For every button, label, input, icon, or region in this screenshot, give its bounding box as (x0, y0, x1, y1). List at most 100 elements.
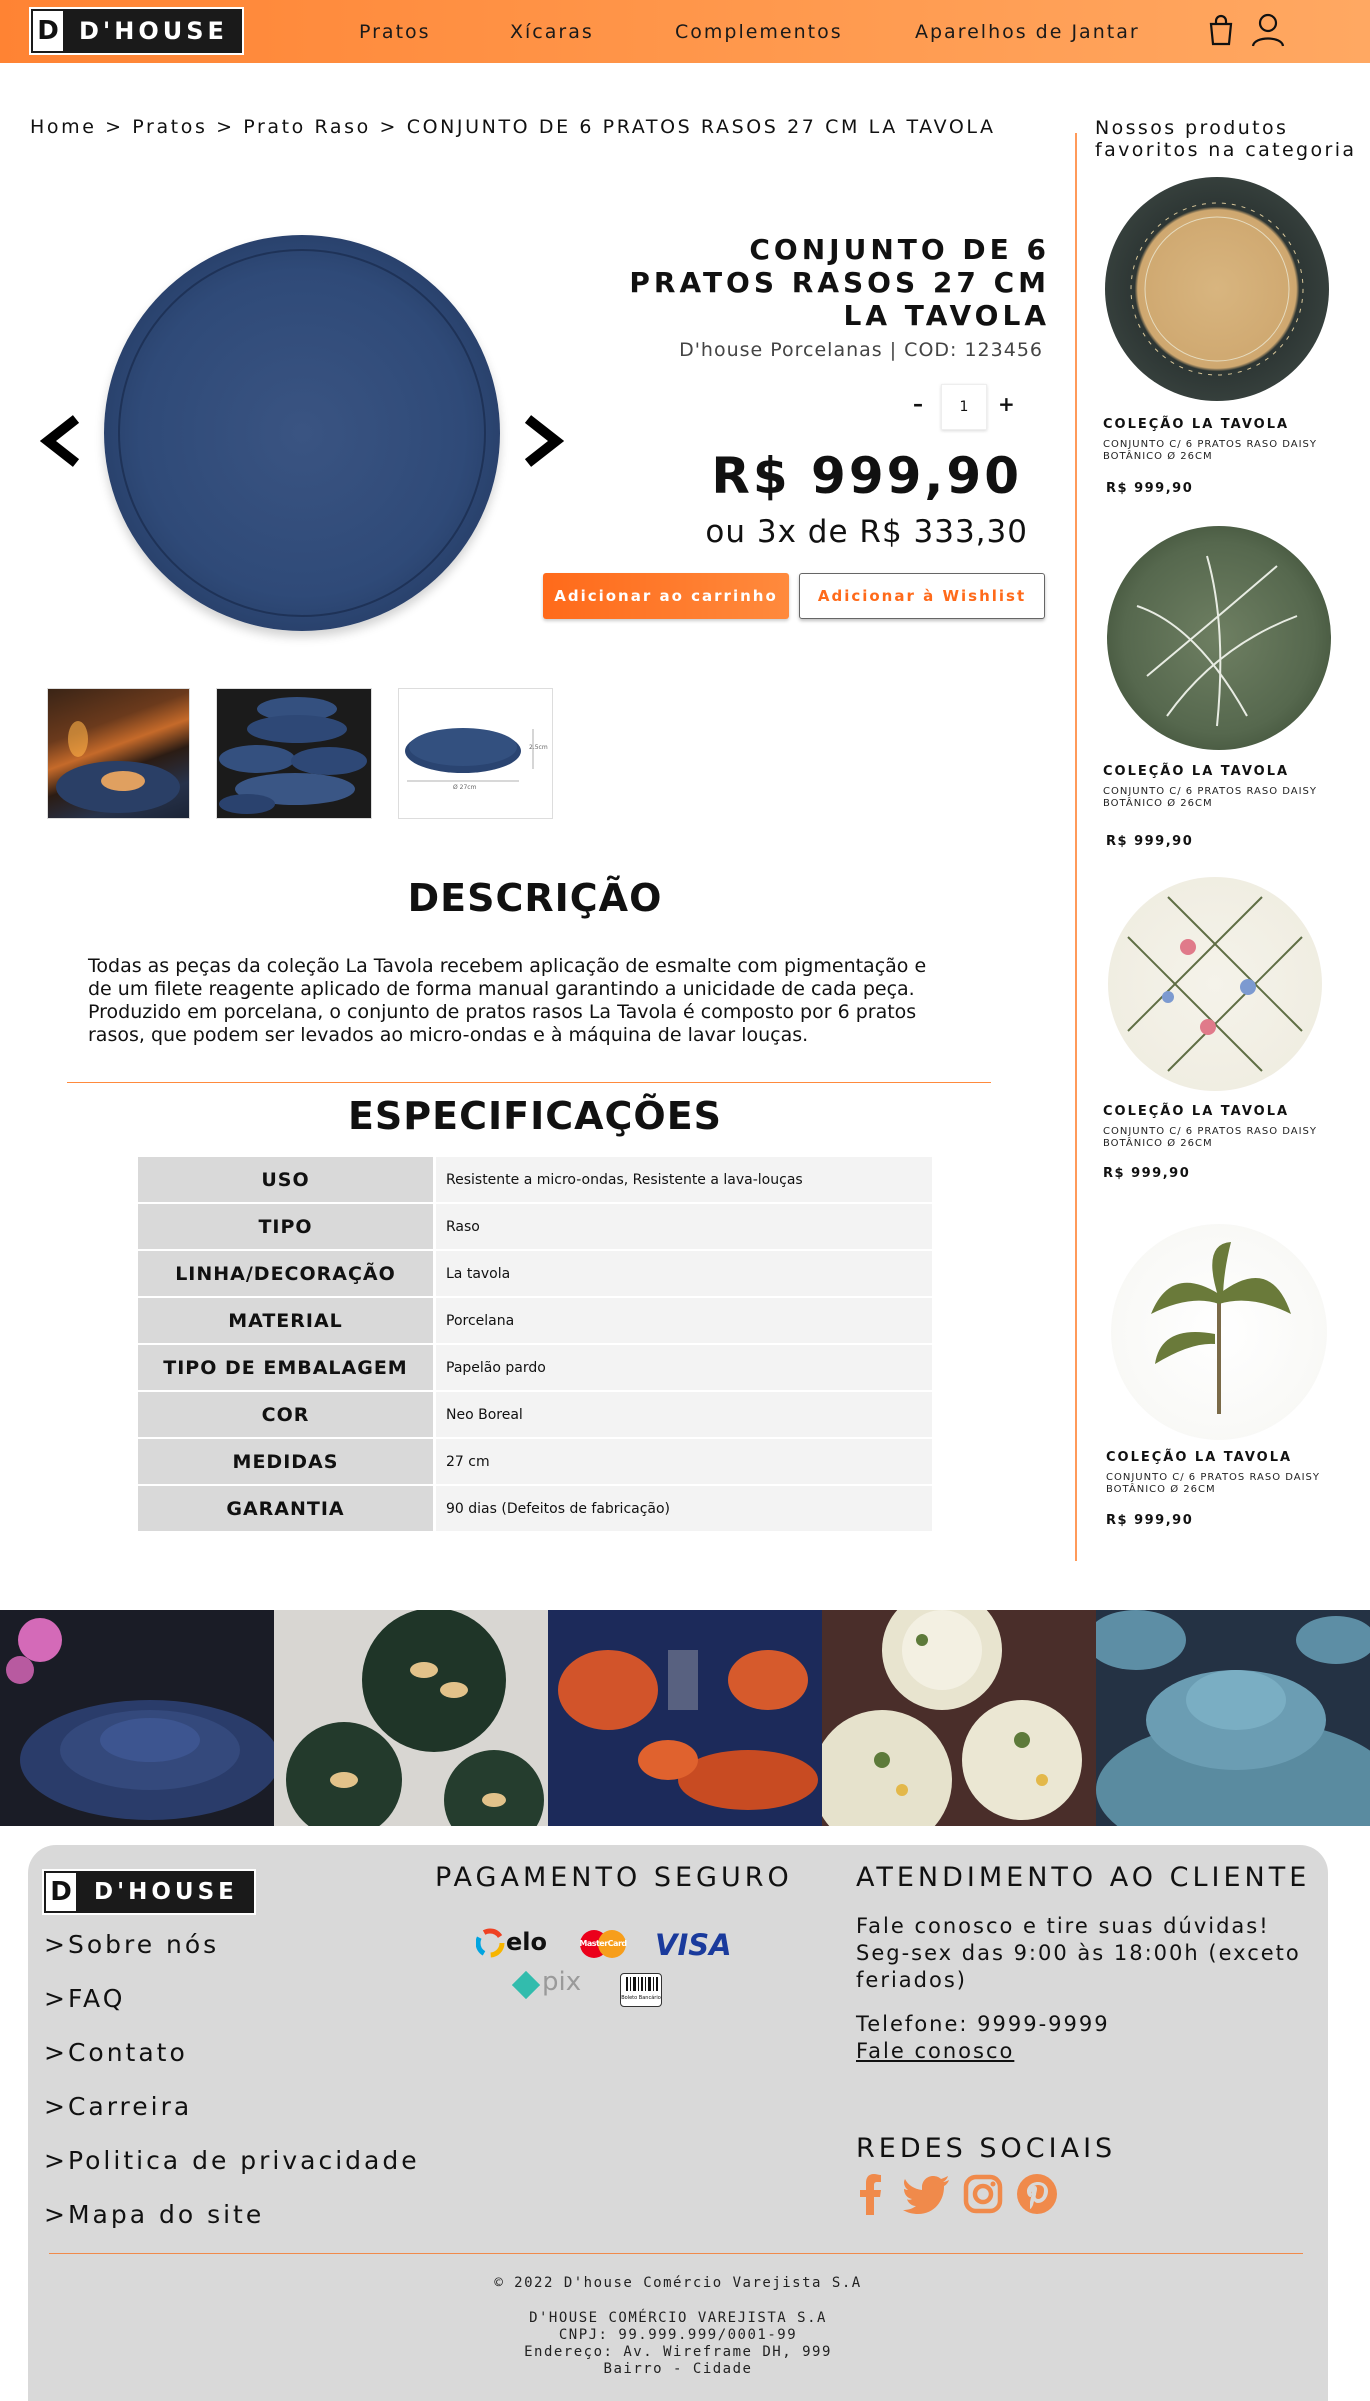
spec-key: LINHA/DECORAÇÃO (138, 1251, 436, 1296)
sidebar-collection-label: COLEÇÃO LA TAVOLA (1103, 764, 1290, 779)
footer-divider (49, 2253, 1303, 2254)
sidebar-collection-label: COLEÇÃO LA TAVOLA (1106, 1450, 1293, 1465)
description-line: de um filete reagente aplicado de forma … (88, 978, 915, 1000)
sidebar-product-image-1[interactable] (1105, 177, 1329, 401)
header-logo[interactable]: D D'HOUSE (29, 7, 244, 55)
shopping-bag-icon[interactable] (1208, 14, 1234, 50)
sidebar-title-line-2: favoritos na categoria (1095, 139, 1357, 161)
quantity-input[interactable]: 1 (941, 384, 987, 430)
thumbnail-width-label: Ø 27cm (453, 784, 477, 791)
sidebar-product-desc[interactable]: CONJUNTO C/ 6 PRATOS RASO DAISY BOTÂNICO… (1103, 1126, 1363, 1150)
spec-key: USO (138, 1157, 436, 1202)
nav-pratos[interactable]: Pratos (359, 21, 431, 43)
support-text: Fale conosco e tire suas dúvidas! Seg-se… (856, 1913, 1301, 1994)
spec-value: 27 cm (436, 1439, 932, 1484)
installments-text: ou 3x de R$ 333,30 (705, 514, 1028, 550)
sidebar-product-desc[interactable]: CONJUNTO C/ 6 PRATOS RASO DAISY BOTÂNICO… (1106, 1472, 1366, 1496)
footer-link-sobre[interactable]: >Sobre nós (44, 1930, 219, 1959)
prev-image-arrow-icon[interactable] (40, 415, 82, 467)
specifications-heading: ESPECIFICAÇÕES (347, 1094, 723, 1138)
footer-link-privacidade[interactable]: >Politica de privacidade (44, 2146, 420, 2175)
visa-logo: VISA (655, 1928, 732, 1962)
footer-link-faq[interactable]: >FAQ (44, 1984, 125, 2013)
sidebar-product-price: R$ 999,90 (1106, 1513, 1194, 1528)
sidebar-desc-line: CONJUNTO C/ 6 PRATOS RASO DAISY (1103, 439, 1318, 450)
gallery-image-3[interactable] (548, 1610, 822, 1826)
company-info: D'HOUSE COMÉRCIO VAREJISTA S.A CNPJ: 99.… (28, 2310, 1328, 2378)
spec-value: Papelão pardo (436, 1345, 932, 1390)
sidebar-product-image-2[interactable] (1107, 526, 1331, 750)
next-image-arrow-icon[interactable] (522, 415, 564, 467)
nav-xicaras[interactable]: Xícaras (510, 21, 594, 43)
pix-logo: pix (511, 1967, 581, 2003)
instagram-icon[interactable] (963, 2174, 1003, 2218)
elo-logo: elo (475, 1928, 547, 1958)
sidebar-divider (1075, 133, 1077, 1561)
spec-value: Raso (436, 1204, 932, 1249)
copyright-text: © 2022 D'house Comércio Varejista S.A (494, 2275, 862, 2291)
spec-key: MEDIDAS (138, 1439, 436, 1484)
add-to-wishlist-button[interactable]: Adicionar à Wishlist (799, 573, 1045, 619)
quantity-increase-button[interactable]: + (998, 392, 1015, 416)
footer-link-mapa-do-site[interactable]: >Mapa do site (44, 2200, 264, 2229)
quantity-decrease-button[interactable]: – (913, 392, 923, 416)
product-thumbnail-2[interactable] (216, 688, 372, 819)
pix-label: pix (542, 1967, 582, 1997)
sidebar-desc-line: CONJUNTO C/ 6 PRATOS RASO DAISY (1106, 1472, 1321, 1483)
table-row: MEDIDAS 27 cm (138, 1439, 932, 1484)
sidebar-desc-line: BOTÂNICO Ø 26CM (1103, 451, 1213, 462)
spec-key: MATERIAL (138, 1298, 436, 1343)
section-divider (67, 1082, 991, 1083)
product-title-line-3: LA TAVOLA (843, 299, 1050, 332)
logo-letter: D (31, 9, 65, 53)
sidebar-desc-line: CONJUNTO C/ 6 PRATOS RASO DAISY (1103, 1126, 1318, 1137)
site-footer: D D'HOUSE >Sobre nós >FAQ >Contato >Carr… (28, 1845, 1328, 2401)
user-icon[interactable] (1251, 12, 1285, 52)
table-row: MATERIAL Porcelana (138, 1298, 932, 1343)
sidebar-product-price: R$ 999,90 (1103, 1166, 1191, 1181)
contact-link[interactable]: Fale conosco (856, 2038, 1014, 2065)
add-to-cart-button[interactable]: Adicionar ao carrinho (543, 573, 789, 619)
footer-link-carreira[interactable]: >Carreira (44, 2092, 192, 2121)
product-thumbnail-3[interactable]: 2.5cm Ø 27cm (398, 688, 553, 819)
product-thumbnail-1[interactable] (47, 688, 190, 819)
sidebar-product-image-3[interactable] (1108, 877, 1322, 1091)
boleto-logo: Boleto Bancário (620, 1973, 662, 2007)
nav-complementos[interactable]: Complementos (675, 21, 843, 43)
footer-logo[interactable]: D D'HOUSE (42, 1869, 256, 1915)
elo-label: elo (506, 1928, 547, 1956)
table-row: COR Neo Boreal (138, 1392, 932, 1437)
sidebar-product-image-4[interactable] (1111, 1224, 1327, 1440)
gallery-image-1[interactable] (0, 1610, 274, 1826)
footer-link-contato[interactable]: >Contato (44, 2038, 188, 2067)
logo-text: D'HOUSE (79, 17, 228, 45)
mastercard-label: MasterCard (579, 1939, 627, 1948)
nav-aparelhos-de-jantar[interactable]: Aparelhos de Jantar (915, 21, 1140, 43)
spec-key: TIPO DE EMBALAGEM (138, 1345, 436, 1390)
payment-heading: PAGAMENTO SEGURO (435, 1862, 793, 1893)
sidebar-product-desc[interactable]: CONJUNTO C/ 6 PRATOS RASO DAISY BOTÂNICO… (1103, 786, 1363, 810)
table-row: LINHA/DECORAÇÃO La tavola (138, 1251, 932, 1296)
pinterest-icon[interactable] (1017, 2174, 1057, 2218)
support-line: Seg-sex das 9:00 às 18:00h (exceto (856, 1941, 1301, 1965)
spec-key: COR (138, 1392, 436, 1437)
twitter-icon[interactable] (903, 2176, 949, 2218)
company-cnpj: CNPJ: 99.999.999/0001-99 (558, 2327, 798, 2343)
gallery-image-4[interactable] (822, 1610, 1096, 1826)
facebook-icon[interactable] (855, 2173, 885, 2219)
sidebar-product-desc[interactable]: CONJUNTO C/ 6 PRATOS RASO DAISY BOTÂNICO… (1103, 439, 1363, 463)
sidebar-collection-label: COLEÇÃO LA TAVOLA (1103, 417, 1290, 432)
gallery-image-5[interactable] (1096, 1610, 1370, 1826)
table-row: TIPO Raso (138, 1204, 932, 1249)
gallery-image-2[interactable] (274, 1610, 548, 1826)
company-address: Endereço: Av. Wireframe DH, 999 (524, 2344, 832, 2360)
breadcrumb[interactable]: Home > Pratos > Prato Raso > CONJUNTO DE… (30, 116, 996, 138)
boleto-label: Boleto Bancário (621, 1995, 661, 2001)
description-heading: DESCRIÇÃO (407, 876, 663, 920)
sidebar-desc-line: CONJUNTO C/ 6 PRATOS RASO DAISY (1103, 786, 1318, 797)
spec-value: Neo Boreal (436, 1392, 932, 1437)
sidebar-desc-line: BOTÂNICO Ø 26CM (1103, 798, 1213, 809)
specifications-table: USO Resistente a micro-ondas, Resistente … (138, 1155, 932, 1533)
table-row: USO Resistente a micro-ondas, Resistente … (138, 1157, 932, 1202)
spec-value: La tavola (436, 1251, 932, 1296)
